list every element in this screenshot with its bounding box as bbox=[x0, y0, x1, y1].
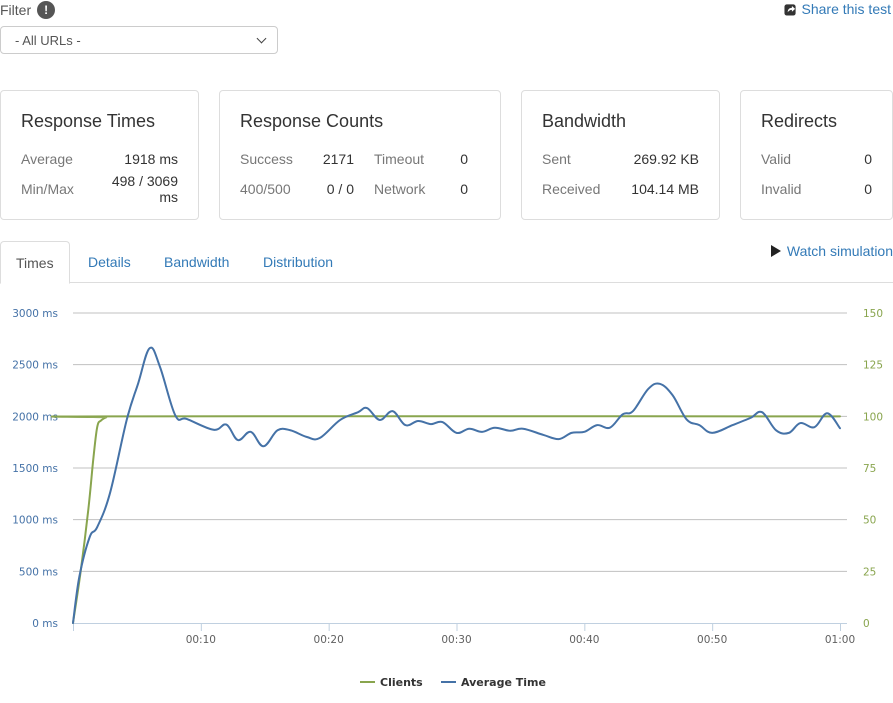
card-title: Response Times bbox=[21, 111, 156, 131]
series-line-average-time bbox=[72, 346, 841, 624]
tab-distribution[interactable]: Distribution bbox=[248, 241, 348, 283]
y-left-tick-label: 500 ms bbox=[19, 566, 58, 578]
network-value: 0 bbox=[460, 181, 468, 197]
legend-item-label: Average Time bbox=[461, 676, 546, 689]
errors-label: 400/500 bbox=[240, 181, 291, 197]
response-time-chart: 0 ms500 ms1000 ms1500 ms2000 ms2500 ms30… bbox=[12, 308, 883, 689]
tab-details[interactable]: Details bbox=[73, 241, 146, 283]
network-label: Network bbox=[374, 181, 426, 197]
y-right-tick-label: 150 bbox=[863, 308, 883, 320]
average-value: 1918 ms bbox=[124, 151, 178, 167]
share-test-link[interactable]: Share this test bbox=[783, 1, 892, 17]
x-tick-label: 00:30 bbox=[441, 634, 471, 646]
chart-legend: Clients Average Time bbox=[360, 676, 546, 689]
minmax-value: 498 / 3069 ms bbox=[111, 173, 178, 205]
tab-bandwidth[interactable]: Bandwidth bbox=[149, 241, 244, 283]
invalid-label: Invalid bbox=[761, 181, 802, 197]
y-left-tick-label: 2500 ms bbox=[12, 360, 58, 372]
minmax-label: Min/Max bbox=[21, 181, 74, 197]
y-axis-right: 0 25 50 75 100 125 150 bbox=[863, 308, 883, 630]
redirects-card: Redirects Valid 0 Invalid 0 bbox=[740, 90, 893, 220]
received-value: 104.14 MB bbox=[631, 181, 699, 197]
response-times-card: Response Times Average 1918 ms Min/Max 498… bbox=[0, 90, 199, 220]
x-tick-label: 01:00 bbox=[825, 634, 855, 646]
card-title: Response Counts bbox=[240, 111, 384, 131]
y-left-tick-label: 1000 ms bbox=[12, 515, 58, 527]
tab-times[interactable]: Times bbox=[0, 241, 70, 284]
valid-value: 0 bbox=[864, 151, 872, 167]
chart-grid bbox=[73, 312, 847, 572]
chart-series bbox=[50, 346, 841, 624]
url-filter-selected: - All URLs - bbox=[15, 32, 81, 48]
y-right-tick-label: 125 bbox=[863, 360, 883, 372]
valid-label: Valid bbox=[761, 151, 792, 167]
filter-label-text: Filter bbox=[0, 2, 32, 18]
y-right-tick-label: 25 bbox=[863, 566, 876, 578]
y-right-tick-label: 50 bbox=[863, 515, 876, 527]
errors-value: 0 / 0 bbox=[326, 181, 354, 197]
url-filter-select[interactable]: - All URLs - bbox=[0, 26, 278, 54]
y-left-tick-label: 0 ms bbox=[32, 618, 58, 630]
watch-simulation-label: Watch simulation bbox=[786, 243, 893, 259]
sent-value: 269.92 KB bbox=[633, 151, 699, 167]
y-axis-left: 0 ms500 ms1000 ms1500 ms2000 ms2500 ms30… bbox=[12, 308, 58, 630]
share-test-label: Share this test bbox=[801, 1, 892, 17]
y-right-tick-label: 100 bbox=[863, 411, 883, 423]
filter-label: Filter ! bbox=[0, 1, 56, 19]
chevron-down-icon bbox=[256, 33, 267, 43]
y-right-tick-label: 75 bbox=[863, 463, 876, 475]
timeout-value: 0 bbox=[460, 151, 468, 167]
share-icon bbox=[783, 3, 796, 16]
timeout-label: Timeout bbox=[374, 151, 425, 167]
play-icon bbox=[770, 245, 781, 257]
success-label: Success bbox=[240, 151, 293, 167]
x-tick-label: 00:50 bbox=[697, 634, 727, 646]
x-tick-label: 00:40 bbox=[569, 634, 599, 646]
watch-simulation-link[interactable]: Watch simulation bbox=[770, 243, 893, 259]
x-tick-label: 00:20 bbox=[314, 634, 344, 646]
bandwidth-card: Bandwidth Sent 269.92 KB Received 104.14 M… bbox=[521, 90, 720, 220]
success-value: 2171 bbox=[322, 151, 354, 167]
y-left-tick-label: 3000 ms bbox=[12, 308, 58, 320]
average-label: Average bbox=[21, 151, 73, 167]
x-axis: 00:10 00:20 00:30 00:40 00:50 01:00 bbox=[73, 623, 855, 646]
received-label: Received bbox=[542, 181, 601, 197]
response-counts-card: Response Counts Success 2171 Timeout 0 4… bbox=[219, 90, 501, 220]
card-title: Redirects bbox=[761, 111, 838, 131]
exclamation-icon[interactable]: ! bbox=[37, 1, 56, 19]
card-title: Bandwidth bbox=[542, 111, 627, 131]
chart-tabs: Times Details Bandwidth Distribution bbox=[0, 241, 893, 284]
legend-item-label: Clients bbox=[380, 676, 423, 689]
y-left-tick-label: 1500 ms bbox=[12, 463, 58, 475]
y-right-tick-label: 0 bbox=[863, 618, 870, 630]
invalid-value: 0 bbox=[864, 181, 872, 197]
x-tick-label: 00:10 bbox=[186, 634, 216, 646]
sent-label: Sent bbox=[542, 151, 571, 167]
